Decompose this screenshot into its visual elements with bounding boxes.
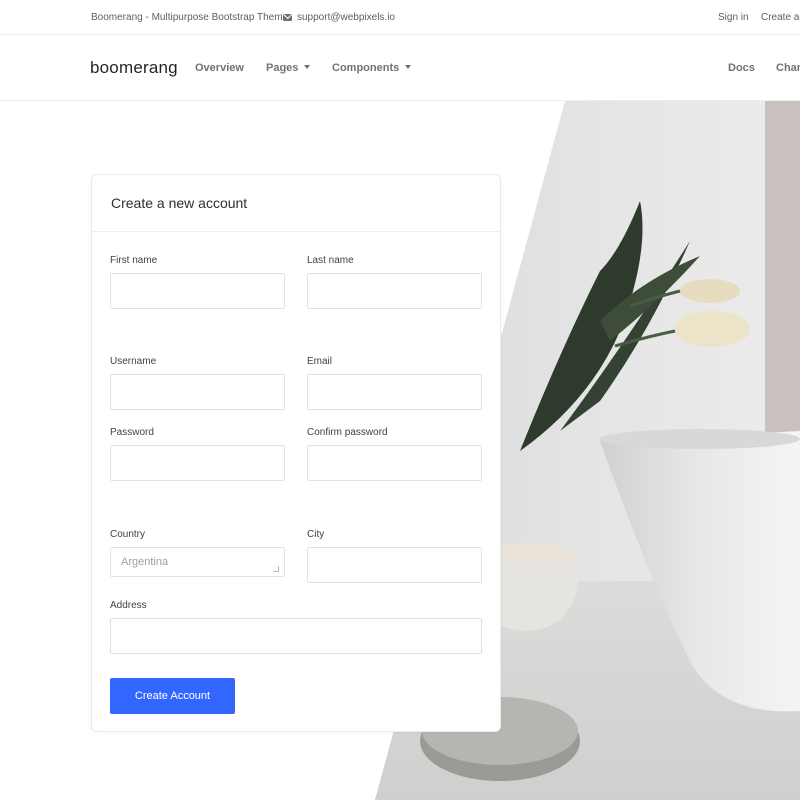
- address-label: Address: [110, 600, 147, 611]
- top-bar: Boomerang - Multipurpose Bootstrap Theme…: [0, 0, 800, 35]
- card-title: Create a new account: [92, 175, 500, 232]
- country-select[interactable]: Argentina: [110, 547, 285, 577]
- first-name-label: First name: [110, 255, 158, 266]
- create-account-button[interactable]: Create Account: [110, 678, 235, 714]
- nav-docs[interactable]: Docs: [728, 62, 755, 74]
- first-name-field[interactable]: [110, 273, 285, 309]
- site-title: Boomerang - Multipurpose Bootstrap Theme: [91, 12, 289, 23]
- city-field[interactable]: [307, 547, 482, 583]
- email-label: Email: [307, 356, 333, 367]
- nav-changelog[interactable]: Chan: [776, 62, 800, 74]
- nav-pages[interactable]: Pages: [266, 62, 311, 74]
- nav-overview-label: Overview: [195, 62, 244, 74]
- address-field[interactable]: [110, 618, 482, 654]
- main-navbar: boomerang Overview Pages Components Docs…: [0, 36, 800, 101]
- password-field[interactable]: [110, 445, 285, 481]
- confirm-password-field[interactable]: [307, 445, 482, 481]
- last-name-label: Last name: [307, 255, 354, 266]
- support-email-link[interactable]: support@webpixels.io: [283, 12, 395, 23]
- country-value: Argentina: [121, 556, 169, 568]
- logo[interactable]: boomerang: [90, 58, 178, 78]
- caret-down-icon: [304, 65, 311, 69]
- nav-changelog-label: Chan: [776, 62, 800, 74]
- sign-in-link[interactable]: Sign in: [718, 12, 749, 23]
- nav-pages-label: Pages: [266, 62, 299, 74]
- username-label: Username: [110, 356, 157, 367]
- create-account-card: Create a new account First name Last nam…: [91, 174, 501, 732]
- resize-handle-icon: [273, 566, 279, 572]
- country-label: Country: [110, 529, 146, 540]
- nav-components-label: Components: [332, 62, 400, 74]
- create-account-link[interactable]: Create ac: [761, 12, 800, 23]
- confirm-password-label: Confirm password: [307, 427, 388, 438]
- username-field[interactable]: [110, 374, 285, 410]
- email-field[interactable]: [307, 374, 482, 410]
- city-label: City: [307, 529, 325, 540]
- last-name-field[interactable]: [307, 273, 482, 309]
- nav-components[interactable]: Components: [332, 62, 412, 74]
- nav-overview[interactable]: Overview: [195, 62, 244, 74]
- support-email: support@webpixels.io: [297, 12, 395, 23]
- password-label: Password: [110, 427, 154, 438]
- caret-down-icon: [405, 65, 412, 69]
- mail-icon: [283, 14, 292, 21]
- nav-docs-label: Docs: [728, 62, 755, 74]
